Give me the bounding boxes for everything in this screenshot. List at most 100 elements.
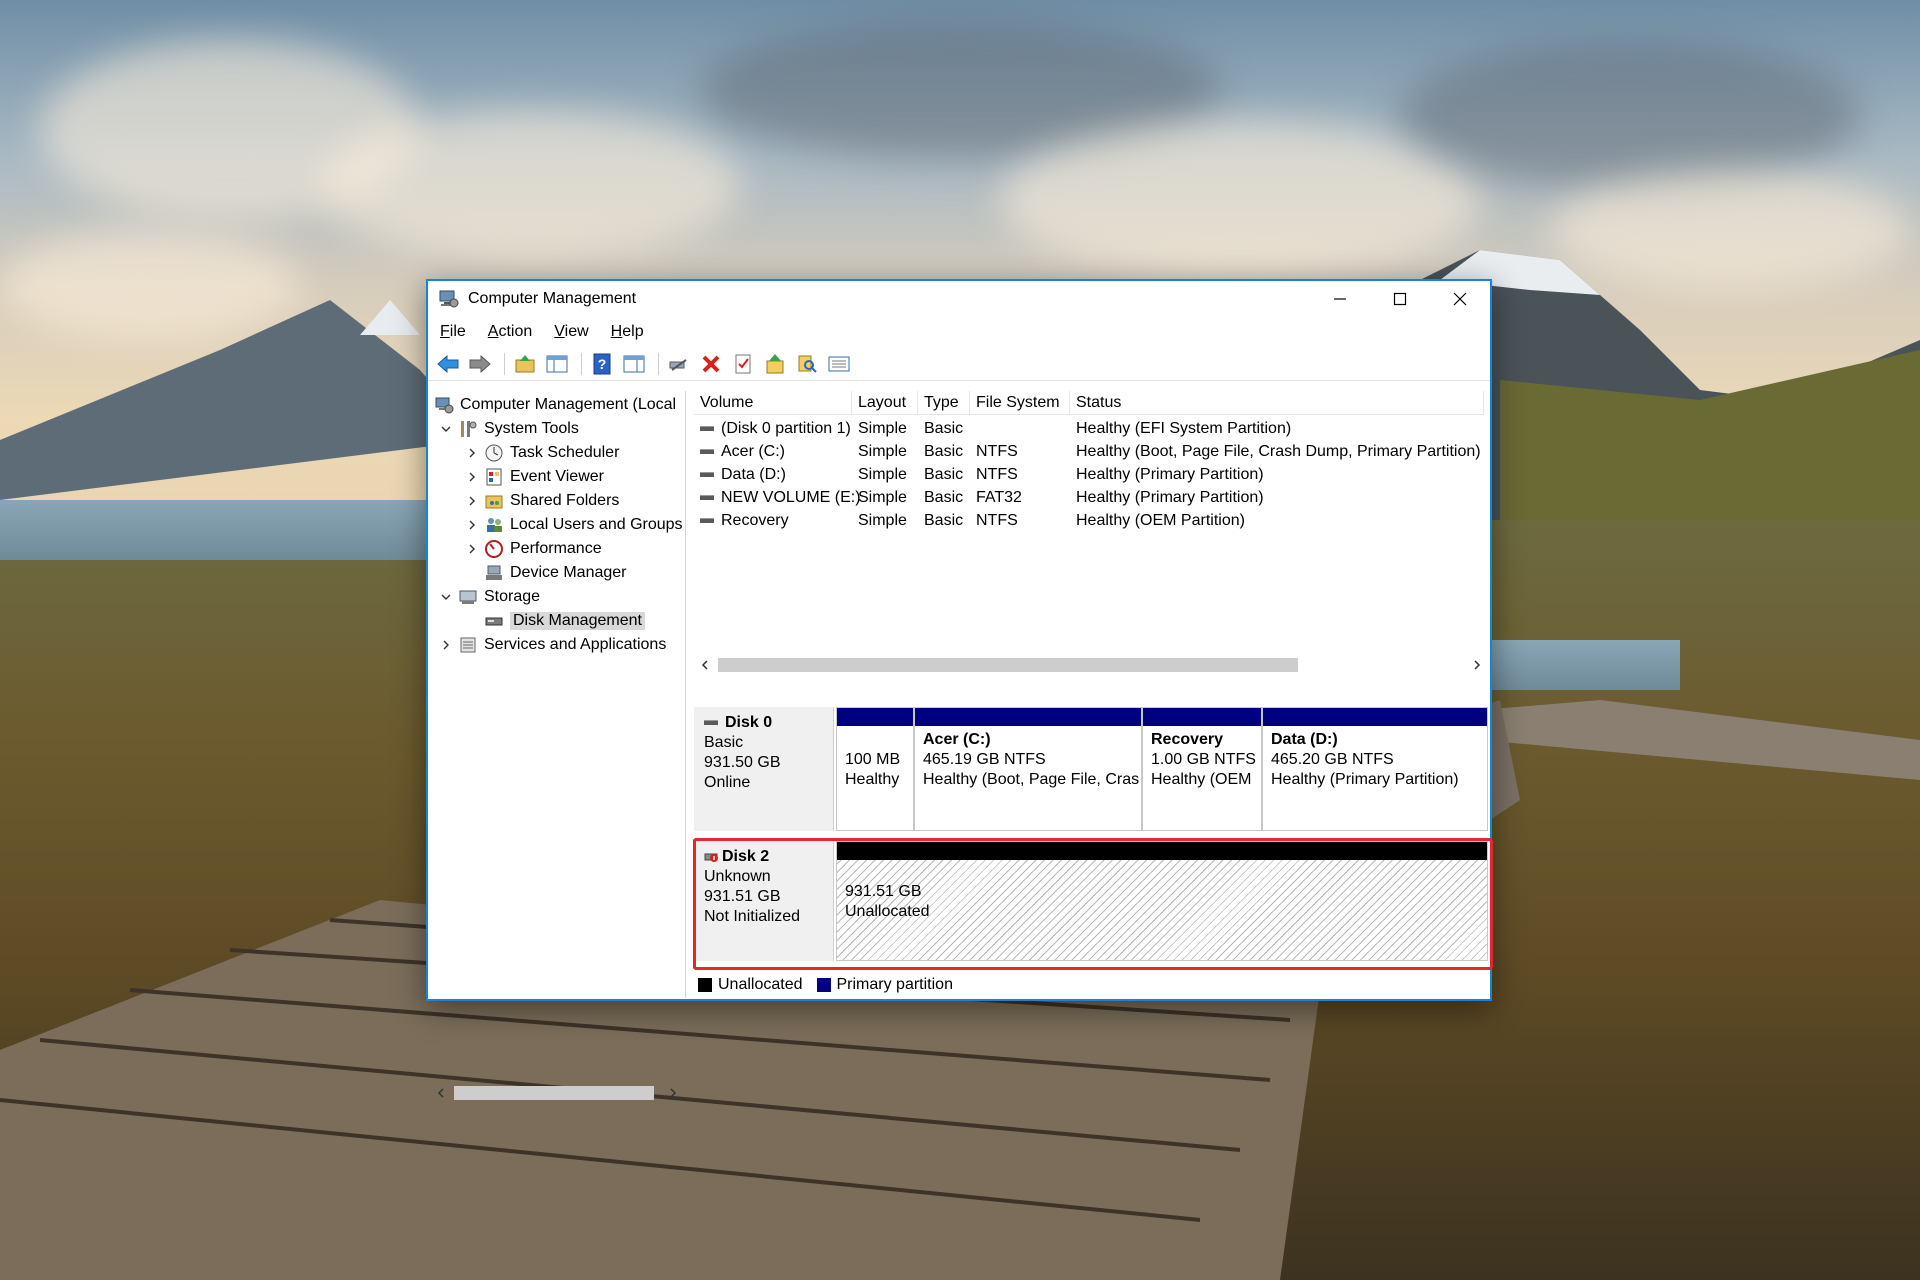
legend-swatch-primary [816, 978, 831, 992]
chevron-right-icon[interactable] [464, 493, 480, 509]
scrollbar-thumb[interactable] [718, 658, 1298, 672]
table-row[interactable]: Acer (C:) Simple Basic NTFS Healthy (Boo… [694, 440, 1484, 463]
partition-size: 1.00 GB NTFS [1151, 751, 1256, 768]
chevron-right-icon[interactable] [438, 637, 454, 653]
tree-item-storage[interactable]: Storage [438, 585, 540, 609]
search-button[interactable] [793, 350, 821, 378]
maximize-button[interactable] [1370, 281, 1430, 317]
disk-info[interactable]: Disk 0 Basic 931.50 GB Online [694, 707, 834, 831]
cell-status: Healthy (OEM Partition) [1076, 512, 1245, 529]
disk-name: Disk 0 [725, 714, 773, 731]
partition-status: Healthy [845, 771, 900, 788]
chevron-right-icon[interactable] [464, 541, 480, 557]
scroll-right-icon[interactable] [666, 1086, 680, 1100]
chevron-right-icon[interactable] [464, 517, 480, 533]
column-header-layout[interactable]: Layout [852, 391, 918, 415]
tree-item-system-tools[interactable]: System Tools [438, 417, 579, 441]
partition-unallocated[interactable]: 931.51 GB Unallocated [836, 841, 1488, 961]
tree-label: Local Users and Groups [510, 516, 683, 533]
partition-name: Recovery [1151, 731, 1224, 748]
menu-help[interactable]: Help [611, 323, 644, 341]
chevron-down-icon[interactable] [438, 589, 454, 605]
menu-view[interactable]: View [554, 323, 588, 341]
tree-horizontal-scrollbar[interactable] [434, 1083, 682, 1103]
partition-acer-c[interactable]: Acer (C:) 465.19 GB NTFS Healthy (Boot, … [914, 707, 1142, 831]
cell-layout: Simple [858, 443, 907, 460]
export-list-button[interactable] [761, 350, 789, 378]
tree-label: Event Viewer [510, 468, 604, 485]
tree-item-local-users-and-groups[interactable]: Local Users and Groups [464, 513, 683, 537]
close-button[interactable] [1430, 281, 1490, 317]
disk-management-icon [485, 617, 503, 626]
disk-icon [704, 720, 718, 726]
cell-volume: NEW VOLUME (E:) [721, 489, 861, 506]
column-header-status[interactable]: Status [1070, 391, 1484, 415]
chevron-down-icon[interactable] [438, 421, 454, 437]
chevron-right-icon[interactable] [464, 469, 480, 485]
forward-button[interactable] [466, 350, 494, 378]
chevron-right-icon[interactable] [464, 445, 480, 461]
table-row[interactable]: (Disk 0 partition 1) Simple Basic Health… [694, 417, 1484, 440]
shared-folder-icon [485, 495, 503, 509]
show-hide-action-pane-button[interactable] [620, 350, 648, 378]
properties-button[interactable] [729, 350, 757, 378]
partition-data-d[interactable]: Data (D:) 465.20 GB NTFS Healthy (Primar… [1262, 707, 1488, 831]
cell-volume: Recovery [721, 512, 789, 529]
cell-volume: (Disk 0 partition 1) [721, 420, 851, 437]
column-header-type[interactable]: Type [918, 391, 970, 415]
minimize-button[interactable] [1310, 281, 1370, 317]
table-row[interactable]: Recovery Simple Basic NTFS Healthy (OEM … [694, 509, 1484, 532]
tree-item-shared-folders[interactable]: Shared Folders [464, 489, 619, 513]
disk-warning-icon [704, 853, 718, 862]
tree-label: Services and Applications [484, 636, 667, 653]
table-row[interactable]: NEW VOLUME (E:) Simple Basic FAT32 Healt… [694, 486, 1484, 509]
tree-label: Computer Management (Local [460, 396, 677, 413]
tree-item-device-manager[interactable]: Device Manager [484, 561, 627, 585]
menu-action[interactable]: Action [488, 323, 532, 341]
title-bar[interactable]: Computer Management [428, 281, 1490, 317]
table-row[interactable]: Data (D:) Simple Basic NTFS Healthy (Pri… [694, 463, 1484, 486]
partition-color-bar [915, 708, 1141, 726]
partition-recovery[interactable]: Recovery 1.00 GB NTFS Healthy (OEM [1142, 707, 1262, 831]
cell-type: Basic [924, 420, 964, 437]
cell-status: Healthy (EFI System Partition) [1076, 420, 1292, 437]
connect-button[interactable] [665, 350, 693, 378]
users-icon [487, 518, 502, 532]
details-button[interactable] [825, 350, 853, 378]
disk-info[interactable]: Disk 2 Unknown 931.51 GB Not Initialized [694, 841, 834, 961]
close-icon [1453, 292, 1467, 306]
tree-label: System Tools [484, 420, 579, 437]
help-button[interactable]: ? [588, 350, 616, 378]
volume-list-horizontal-scrollbar[interactable] [694, 655, 1488, 675]
menu-help-accel: H [610, 323, 623, 340]
tree-item-event-viewer[interactable]: Event Viewer [464, 465, 604, 489]
volume-icon [700, 518, 714, 524]
scrollbar-thumb[interactable] [454, 1086, 654, 1100]
volume-icon [700, 449, 714, 455]
partition-color-bar [1143, 708, 1261, 726]
column-header-volume[interactable]: Volume [694, 391, 852, 415]
svg-text:?: ? [598, 356, 607, 372]
back-arrow-icon [437, 354, 459, 373]
scroll-right-icon[interactable] [1470, 658, 1484, 672]
computer-management-window: Computer Management File Action View Hel… [426, 279, 1492, 1100]
toolbar: ? [428, 347, 1490, 381]
tree-item-performance[interactable]: Performance [464, 537, 602, 561]
event-viewer-icon [486, 468, 502, 486]
partition-color-bar [837, 842, 1487, 860]
show-hide-tree-button[interactable] [543, 350, 571, 378]
delete-button[interactable] [697, 350, 725, 378]
column-header-file-system[interactable]: File System [970, 391, 1070, 415]
scroll-left-icon[interactable] [698, 658, 712, 672]
partition-size: 931.51 GB [845, 883, 922, 900]
tree-item-task-scheduler[interactable]: Task Scheduler [464, 441, 619, 465]
partition-efi[interactable]: 100 MB Healthy [836, 707, 914, 831]
tree-item-services-and-applications[interactable]: Services and Applications [438, 633, 666, 657]
tree-item-computer-management[interactable]: Computer Management (Local [434, 393, 676, 417]
scroll-left-icon[interactable] [434, 1086, 448, 1100]
connect-icon [669, 358, 687, 371]
back-button[interactable] [434, 350, 462, 378]
tree-item-disk-management[interactable]: Disk Management [484, 609, 645, 633]
up-one-level-button[interactable] [511, 350, 539, 378]
menu-file[interactable]: File [440, 323, 466, 341]
